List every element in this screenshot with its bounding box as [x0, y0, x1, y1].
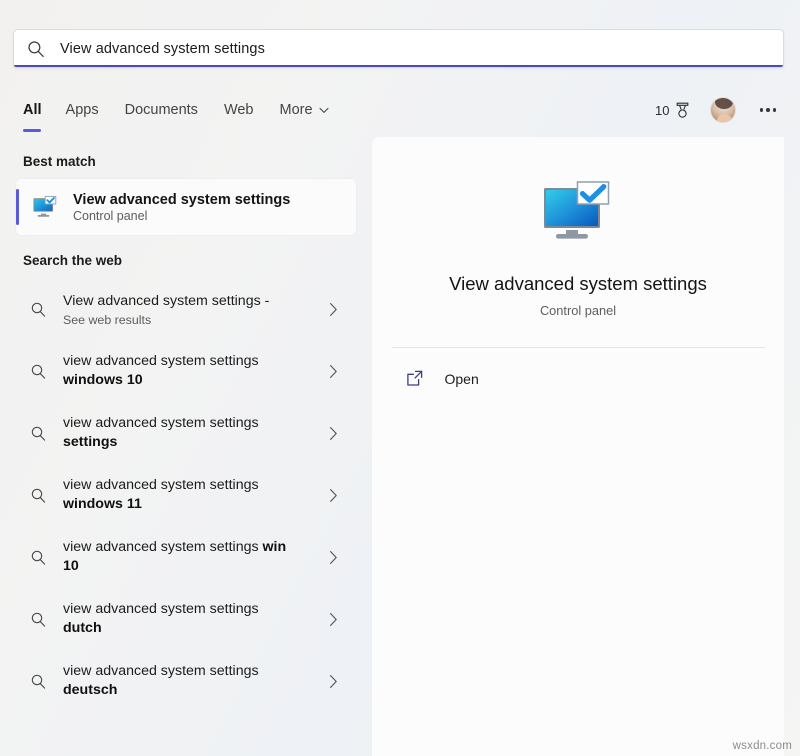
- web-suggestion-text: view advanced system settings settings: [63, 414, 329, 452]
- search-icon: [31, 488, 46, 503]
- section-heading-search-the-web: Search the web: [23, 253, 123, 268]
- tab-all[interactable]: All: [23, 100, 46, 132]
- ellipsis-dot: [766, 108, 770, 112]
- chevron-right-icon: [330, 488, 337, 502]
- web-suggestion-query: view advanced system settings windows 10: [63, 353, 259, 388]
- tab-apps[interactable]: Apps: [66, 100, 111, 120]
- rewards-count: 10: [655, 102, 670, 118]
- tab-active-indicator: [23, 129, 41, 132]
- system-settings-monitor-icon: [33, 195, 57, 217]
- chevron-right-icon: [330, 674, 337, 688]
- chevron-right-icon: [330, 302, 337, 316]
- avatar[interactable]: [709, 97, 736, 123]
- web-suggestion-query: view advanced system settings win 10: [63, 539, 287, 574]
- web-suggestion-text: view advanced system settings windows 10: [63, 352, 329, 390]
- preview-title: View advanced system settings: [449, 273, 707, 294]
- best-match-text: View advanced system settings Control pa…: [73, 192, 290, 223]
- web-suggestion-query: view advanced system settings dutch: [63, 601, 259, 636]
- search-focus-underline: [14, 65, 783, 67]
- preview-subtitle: Control panel: [539, 303, 617, 318]
- ellipsis-dot: [772, 108, 776, 112]
- web-suggestion-text: view advanced system settings windows 11: [63, 476, 329, 514]
- web-suggestion-row[interactable]: view advanced system settings windows 10: [0, 340, 372, 402]
- web-suggestion-row[interactable]: view advanced system settings dutch: [0, 588, 372, 650]
- web-suggestion-query: view advanced system settings settings: [63, 415, 259, 450]
- search-icon: [28, 40, 44, 57]
- web-suggestion-bold: windows 10: [63, 372, 143, 388]
- tab-all-label: All: [23, 102, 42, 118]
- tab-documents-label: Documents: [124, 102, 198, 118]
- web-suggestion-text: view advanced system settings deutsch: [63, 662, 329, 700]
- system-settings-monitor-icon: [544, 181, 610, 239]
- tabs-right-cluster: 10: [655, 88, 778, 132]
- rewards-points[interactable]: 10: [655, 102, 689, 119]
- preview-panel: View advanced system settings Control pa…: [372, 137, 784, 756]
- filter-tabs-bar: All Apps Documents Web More 10: [0, 88, 800, 132]
- web-suggestions: View advanced system settings - See web r…: [0, 278, 372, 712]
- section-heading-best-match: Best match: [23, 154, 96, 169]
- ellipsis-dot: [759, 108, 763, 112]
- web-suggestion-row[interactable]: view advanced system settings settings: [0, 402, 372, 464]
- web-suggestion-bold: settings: [63, 434, 118, 450]
- open-action-button[interactable]: Open: [392, 361, 765, 396]
- medal-icon: [676, 102, 688, 118]
- web-suggestion-query: view advanced system settings windows 11: [63, 477, 259, 512]
- divider: [391, 347, 765, 348]
- open-action-label: Open: [444, 370, 479, 387]
- web-suggestion-row[interactable]: view advanced system settings deutsch: [0, 650, 372, 712]
- text-caret: [265, 40, 266, 57]
- search-input[interactable]: View advanced system settings: [13, 29, 784, 68]
- overflow-menu-button[interactable]: [758, 102, 779, 118]
- tab-web[interactable]: Web: [224, 100, 266, 120]
- chevron-right-icon: [330, 550, 337, 564]
- search-input-value: View advanced system settings: [60, 40, 265, 57]
- tab-documents[interactable]: Documents: [125, 100, 210, 120]
- search-icon: [31, 674, 46, 689]
- watermark: wsxdn.com: [732, 740, 792, 752]
- tab-apps-label: Apps: [65, 102, 99, 118]
- search-icon: [31, 364, 46, 379]
- open-external-icon: [406, 370, 422, 386]
- web-suggestion-text: View advanced system settings - See web r…: [63, 292, 329, 327]
- chevron-right-icon: [330, 426, 337, 440]
- web-suggestion-query: view advanced system settings deutsch: [63, 663, 259, 698]
- search-icon: [31, 426, 46, 441]
- chevron-right-icon: [330, 612, 337, 626]
- search-icon: [31, 550, 46, 565]
- search-icon: [31, 612, 46, 627]
- results-list[interactable]: Best match View advanced system settings…: [0, 137, 372, 756]
- web-suggestion-bold: dutch: [63, 620, 102, 636]
- filter-tabs: All Apps Documents Web More: [0, 100, 355, 132]
- best-match-result[interactable]: View advanced system settings Control pa…: [16, 179, 356, 235]
- web-suggestion-text: view advanced system settings dutch: [63, 600, 329, 638]
- web-suggestion-bold: windows 11: [63, 496, 142, 512]
- web-suggestion-row[interactable]: view advanced system settings win 10: [0, 526, 372, 588]
- preview-content: View advanced system settings Control pa…: [372, 137, 784, 396]
- web-suggestion-query: View advanced system settings -: [63, 292, 270, 309]
- web-suggestion-text: view advanced system settings win 10: [63, 538, 329, 576]
- search-icon: [31, 302, 46, 317]
- windows-search-flyout: View advanced system settings All Apps D…: [0, 0, 800, 756]
- chevron-down-icon: [318, 107, 329, 113]
- tab-web-label: Web: [223, 102, 254, 118]
- search-bar-container: View advanced system settings: [13, 29, 784, 69]
- web-suggestion-bold: deutsch: [63, 682, 118, 698]
- web-suggestion-row[interactable]: view advanced system settings windows 11: [0, 464, 372, 526]
- chevron-right-icon: [330, 364, 337, 378]
- best-match-title: View advanced system settings: [73, 191, 291, 208]
- selected-accent-bar: [16, 189, 19, 225]
- web-suggestion-bold: win 10: [63, 539, 287, 574]
- tab-more-label: More: [279, 102, 313, 118]
- tab-more[interactable]: More: [280, 100, 341, 120]
- web-suggestion-row[interactable]: View advanced system settings - See web r…: [0, 278, 372, 340]
- best-match-subtitle: Control panel: [73, 208, 148, 223]
- web-suggestion-subtitle: See web results: [63, 312, 152, 327]
